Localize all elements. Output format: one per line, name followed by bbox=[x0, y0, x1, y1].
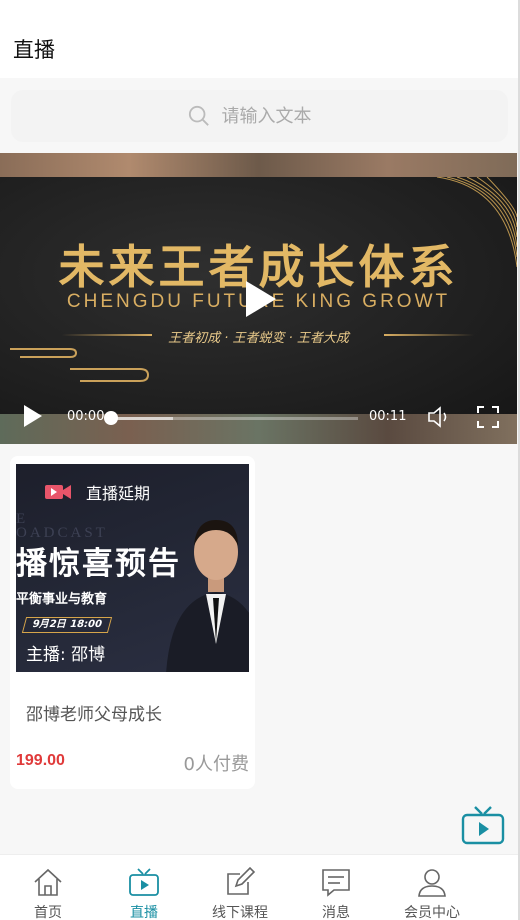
tab-home[interactable]: 首页 bbox=[0, 855, 96, 920]
progress-track[interactable] bbox=[104, 411, 358, 425]
banner-tagline: 王者初成 · 王者蜕变 · 王者大成 bbox=[168, 331, 349, 346]
search-input[interactable] bbox=[221, 105, 332, 127]
tab-live[interactable]: 直播 bbox=[96, 855, 192, 920]
video-player[interactable]: 未来王者成长体系 CHENGDU FUTURE KING GROWT 王者初成 … bbox=[0, 153, 517, 444]
thumb-broadcast-text: E OADCAST bbox=[16, 511, 108, 541]
user-icon bbox=[418, 869, 446, 897]
live-course-card[interactable]: 直播延期 E OADCAST 播惊喜预告 平衡事业与教育 9月2日 18:00 … bbox=[10, 456, 255, 789]
progress-knob[interactable] bbox=[104, 411, 118, 425]
video-controls: 00:00 00:11 bbox=[0, 397, 517, 437]
fullscreen-icon[interactable] bbox=[476, 405, 500, 429]
divider-right bbox=[384, 334, 474, 336]
paid-count: 0人付费 bbox=[183, 754, 249, 775]
play-button-icon[interactable] bbox=[22, 403, 44, 429]
home-icon bbox=[34, 868, 62, 896]
thumb-date: 9月2日 18:00 bbox=[21, 617, 113, 633]
volume-icon[interactable] bbox=[426, 404, 452, 430]
thumb-promo-subtitle: 平衡事业与教育 bbox=[16, 592, 108, 607]
page-title: 直播 bbox=[13, 38, 55, 62]
video-background-top bbox=[0, 153, 517, 177]
top-bar: 直播 bbox=[0, 0, 518, 78]
tab-label: 消息 bbox=[322, 905, 350, 920]
play-overlay-icon[interactable] bbox=[244, 279, 278, 319]
duration: 00:11 bbox=[369, 409, 407, 424]
camera-icon bbox=[45, 485, 71, 499]
live-status-text: 直播延期 bbox=[86, 484, 151, 503]
bottom-tab-bar: 首页 直播 线下课程 消息 会员中心 bbox=[0, 854, 518, 920]
tab-label: 直播 bbox=[130, 905, 158, 920]
tab-label: 首页 bbox=[34, 905, 62, 920]
search-icon bbox=[188, 105, 209, 126]
edit-icon bbox=[227, 866, 256, 895]
live-status: 直播延期 bbox=[44, 480, 150, 504]
tab-label: 会员中心 bbox=[404, 905, 460, 920]
tv-icon bbox=[129, 868, 159, 896]
search-bar[interactable] bbox=[11, 90, 508, 142]
tab-offline-courses[interactable]: 线下课程 bbox=[192, 855, 288, 920]
host-name: 主播: 邵博 bbox=[26, 645, 106, 665]
host-portrait bbox=[166, 520, 249, 672]
course-title: 邵博老师父母成长 bbox=[26, 705, 162, 725]
floating-tv-button-icon[interactable] bbox=[460, 804, 506, 846]
tab-label: 线下课程 bbox=[212, 905, 268, 920]
current-time: 00:00 bbox=[67, 409, 105, 424]
tab-member-center[interactable]: 会员中心 bbox=[384, 855, 480, 920]
gold-waves-decoration bbox=[10, 348, 150, 382]
thumb-promo-text: 播惊喜预告 bbox=[16, 546, 181, 582]
message-icon bbox=[322, 869, 350, 897]
course-price: 199.00 bbox=[16, 752, 65, 769]
tab-messages[interactable]: 消息 bbox=[288, 855, 384, 920]
course-thumbnail: 直播延期 E OADCAST 播惊喜预告 平衡事业与教育 9月2日 18:00 … bbox=[16, 464, 249, 672]
